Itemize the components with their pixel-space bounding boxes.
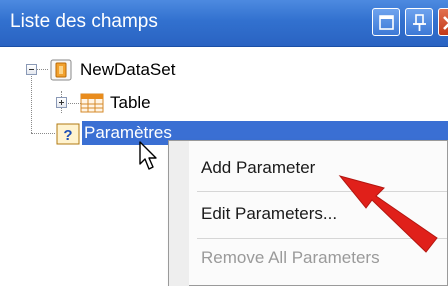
- svg-text:?: ?: [63, 127, 72, 144]
- close-button[interactable]: [438, 8, 448, 36]
- tree-node-table[interactable]: Table: [110, 92, 151, 114]
- field-list-panel: Liste des champs NewDataSet Table ? Para…: [0, 0, 448, 286]
- expand-toggle[interactable]: [56, 97, 67, 108]
- pin-button[interactable]: [405, 8, 433, 36]
- menu-item-remove-all-parameters: Remove All Parameters: [201, 248, 380, 267]
- menu-gutter: [169, 141, 189, 286]
- tree-line: [31, 133, 55, 134]
- panel-title: Liste des champs: [10, 11, 158, 32]
- tree-node-dataset[interactable]: NewDataSet: [80, 59, 175, 81]
- mouse-pointer-icon: [139, 141, 157, 170]
- menu-separator: [197, 191, 447, 192]
- close-icon: [443, 16, 448, 30]
- question-icon: ?: [56, 123, 80, 145]
- table-icon: [80, 93, 104, 113]
- tree-line: [31, 69, 32, 133]
- tree-line: [37, 69, 48, 70]
- context-menu: Add Parameter Edit Parameters... Remove …: [168, 140, 448, 286]
- menu-item-edit-parameters[interactable]: Edit Parameters...: [201, 203, 337, 225]
- menu-separator: [197, 238, 447, 239]
- window-icon: [379, 15, 394, 30]
- window-position-button[interactable]: [372, 8, 400, 36]
- pin-icon: [413, 14, 426, 31]
- collapse-toggle[interactable]: [26, 64, 37, 75]
- dataset-icon: [50, 59, 72, 81]
- menu-item-add-parameter[interactable]: Add Parameter: [201, 157, 315, 179]
- panel-titlebar[interactable]: Liste des champs: [0, 0, 448, 47]
